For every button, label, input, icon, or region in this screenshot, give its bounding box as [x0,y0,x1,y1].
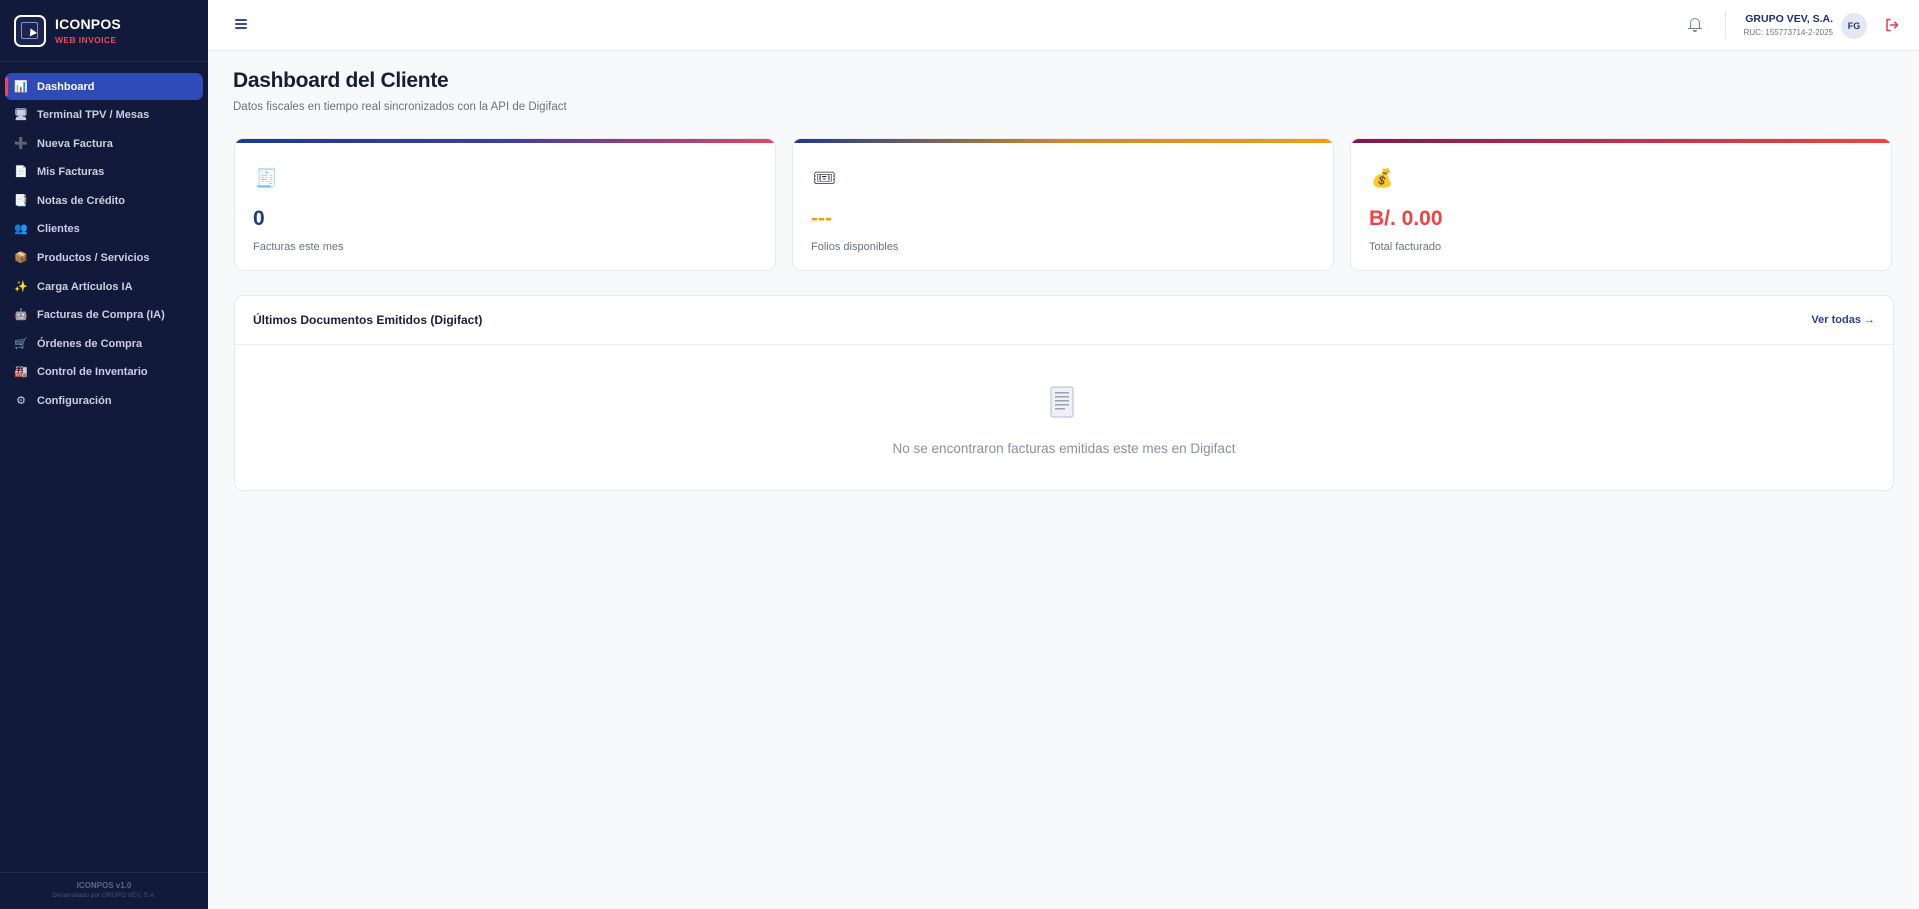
version-label: ICONPOS v1.0 [76,881,132,890]
header-divider [1725,11,1726,39]
stat-label: Facturas este mes [253,241,344,253]
credit-note-icon: 📑 [14,194,28,207]
hamburger-menu-icon[interactable] [235,19,247,29]
page-subtitle: Datos fiscales en tiempo real sincroniza… [233,101,567,113]
page-title: Dashboard del Cliente [233,69,449,92]
package-icon: 📦 [14,252,28,265]
panel-header: Últimos Documentos Emitidos (Digifact) V… [235,296,1893,345]
stat-card-folios: 🎟 --- Folios disponibles [792,138,1334,271]
money-bag-icon: 💰 [1371,168,1394,188]
sidebar-item-terminal-tpv[interactable]: 🖥 Terminal TPV / Mesas [5,102,203,129]
recent-documents-panel: Últimos Documentos Emitidos (Digifact) V… [234,295,1894,491]
stat-card-total: 💰 B/. 0.00 Total facturado [1350,138,1892,271]
brand-subtitle: WEB INVOICE [55,35,117,45]
sidebar-item-label: Control de Inventario [37,366,148,379]
sidebar-item-ordenes-compra[interactable]: 🛒 Órdenes de Compra [5,330,203,357]
card-accent-bar [235,139,775,143]
stat-label: Folios disponibles [811,241,899,253]
sparkles-icon: ✨ [14,280,28,293]
sidebar-item-carga-articulos-ia[interactable]: ✨ Carga Artículos IA [5,273,203,300]
sidebar: ICONPOS WEB INVOICE 📊 Dashboard 🖥 Termin… [0,0,208,909]
notification-bell-icon[interactable] [1688,17,1702,32]
sidebar-item-label: Carga Artículos IA [37,280,133,293]
card-accent-bar [793,139,1333,143]
sidebar-footer: ICONPOS v1.0 Desarrollado por GRUPO VEV,… [0,872,208,909]
ticket-icon: 🎟 [813,168,836,188]
stat-label: Total facturado [1369,241,1442,253]
company-info: GRUPO VEV, S.A. RUC: 155773714-2-2025 [1744,13,1833,37]
sidebar-item-label: Facturas de Compra (IA) [37,309,165,322]
card-accent-bar [1351,139,1891,143]
sidebar-item-notas-credito[interactable]: 📑 Notas de Crédito [5,187,203,214]
users-icon: 👥 [14,223,28,236]
sidebar-item-mis-facturas[interactable]: 📄 Mis Facturas [5,159,203,186]
invoice-receipt-icon: 🧾 [255,168,278,188]
plus-icon: ➕ [14,137,28,150]
sidebar-item-dashboard[interactable]: 📊 Dashboard [5,73,203,100]
app-logo-icon [14,14,46,47]
sidebar-item-label: Clientes [37,223,80,236]
sidebar-item-label: Notas de Crédito [37,194,126,207]
monitor-icon: 🖥 [14,109,28,122]
factory-icon: 🏭 [14,366,28,379]
robot-icon: 🤖 [14,309,28,322]
sidebar-item-clientes[interactable]: 👥 Clientes [5,216,203,243]
sidebar-item-configuracion[interactable]: ⚙ Configuración [5,388,203,415]
sidebar-item-label: Productos / Servicios [37,252,150,265]
sidebar-item-label: Mis Facturas [37,166,105,179]
empty-state-message: No se encontraron facturas emitidas este… [892,441,1236,456]
sidebar-nav: 📊 Dashboard 🖥 Terminal TPV / Mesas ➕ Nue… [0,62,208,415]
dashboard-chart-icon: 📊 [14,80,28,93]
brand[interactable]: ICONPOS WEB INVOICE [0,0,208,62]
sidebar-item-inventario[interactable]: 🏭 Control de Inventario [5,359,203,386]
top-header: GRUPO VEV, S.A. RUC: 155773714-2-2025 FG [208,0,1919,51]
company-ruc: RUC: 155773714-2-2025 [1743,28,1833,37]
brand-title: ICONPOS [55,16,121,32]
logout-icon[interactable] [1885,18,1899,32]
cart-icon: 🛒 [14,337,28,350]
developer-credit: Desarrollado por GRUPO VEV, S.A. [52,892,156,899]
sidebar-item-label: Configuración [37,395,112,408]
stat-value: 0 [253,207,265,230]
sidebar-item-label: Dashboard [37,80,95,93]
sidebar-item-label: Nueva Factura [37,137,113,150]
document-icon: 📄 [14,166,28,179]
panel-title: Últimos Documentos Emitidos (Digifact) [253,313,483,327]
view-all-link[interactable]: Ver todas → [1811,314,1875,326]
gear-icon: ⚙ [16,395,26,408]
stat-card-facturas: 🧾 0 Facturas este mes [234,138,776,271]
sidebar-item-productos[interactable]: 📦 Productos / Servicios [5,245,203,272]
empty-document-icon [1050,386,1074,418]
sidebar-item-facturas-compra[interactable]: 🤖 Facturas de Compra (IA) [5,302,203,329]
sidebar-item-nueva-factura[interactable]: ➕ Nueva Factura [5,130,203,157]
user-avatar[interactable]: FG [1841,13,1867,39]
sidebar-item-label: Órdenes de Compra [37,337,143,350]
company-name: GRUPO VEV, S.A. [1745,13,1833,25]
stat-value: --- [811,207,832,230]
stat-value: B/. 0.00 [1369,207,1443,230]
sidebar-item-label: Terminal TPV / Mesas [37,109,150,122]
